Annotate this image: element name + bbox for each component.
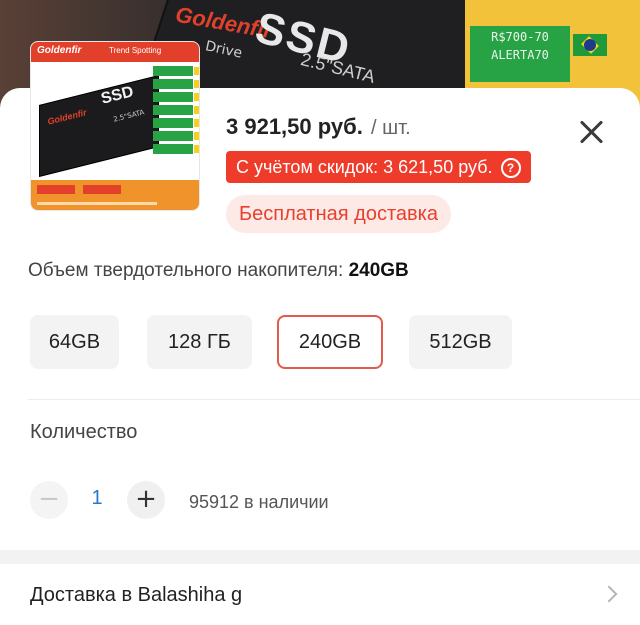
thumbnail-coupon-code bbox=[153, 131, 199, 141]
stock-availability: 95912 в наличии bbox=[189, 492, 329, 512]
thumbnail-trend-label: Trend Spotting bbox=[109, 46, 162, 55]
variant-option-240gb[interactable]: 240GB bbox=[277, 315, 383, 369]
question-mark-icon[interactable]: ? bbox=[500, 158, 521, 178]
thumbnail-coupon-codes bbox=[153, 66, 199, 157]
section-divider bbox=[28, 399, 640, 400]
background-coupon: R$700-70 ALERTA70 bbox=[470, 26, 570, 82]
background-coupon-line2: ALERTA70 bbox=[491, 48, 549, 62]
discount-price-badge[interactable]: С учётом скидок: 3 621,50 руб. ? bbox=[226, 151, 531, 183]
thumbnail-footer-line bbox=[37, 202, 157, 205]
quantity-decrease-button[interactable]: − bbox=[30, 481, 68, 519]
close-icon[interactable] bbox=[578, 118, 606, 146]
variant-option-512gb[interactable]: 512GB bbox=[409, 315, 512, 369]
background-coupon-line1: R$700-70 bbox=[491, 30, 549, 44]
thumbnail-coupon-code bbox=[153, 92, 199, 102]
section-separator-band bbox=[0, 550, 640, 564]
thumbnail-coupon-code bbox=[153, 118, 199, 128]
product-price: 3 921,50 руб. / шт. bbox=[226, 114, 411, 140]
thumbnail-coupon-code bbox=[153, 66, 199, 76]
quantity-value[interactable]: 1 bbox=[80, 487, 114, 510]
product-thumbnail[interactable]: Goldenfir Trend Spotting Goldenfir SSD 2… bbox=[30, 41, 200, 211]
thumbnail-coupon-code bbox=[153, 79, 199, 89]
delivery-location-text: Доставка в Balashiha g bbox=[30, 584, 243, 606]
quantity-increase-button[interactable]: + bbox=[127, 481, 165, 519]
free-shipping-badge: Бесплатная доставка bbox=[226, 195, 451, 233]
chevron-right-icon bbox=[600, 585, 618, 603]
thumbnail-coupon-code bbox=[153, 144, 199, 154]
price-unit: / шт. bbox=[370, 117, 411, 139]
sku-selector-sheet: Goldenfir Trend Spotting Goldenfir SSD 2… bbox=[0, 41, 640, 625]
brazil-flag-globe bbox=[584, 39, 596, 51]
thumbnail-footer-badge bbox=[83, 185, 121, 194]
price-value: 3 921,50 руб. bbox=[226, 114, 363, 139]
variant-option-64gb[interactable]: 64GB bbox=[30, 315, 119, 369]
quantity-label: Количество bbox=[30, 421, 138, 443]
variant-label-text: Объем твердотельного накопителя: bbox=[28, 260, 344, 281]
delivery-location-row[interactable]: Доставка в Balashiha g bbox=[0, 564, 640, 625]
variant-selected-value: 240GB bbox=[348, 260, 409, 281]
discount-text: С учётом скидок: 3 621,50 руб. bbox=[236, 157, 493, 177]
thumbnail-coupon-code bbox=[153, 105, 199, 115]
variant-option-128gb[interactable]: 128 ГБ bbox=[147, 315, 252, 369]
thumbnail-brand: Goldenfir bbox=[37, 45, 82, 56]
thumbnail-footer-badge bbox=[37, 185, 75, 194]
variant-label: Объем твердотельного накопителя: 240GB bbox=[28, 260, 409, 282]
